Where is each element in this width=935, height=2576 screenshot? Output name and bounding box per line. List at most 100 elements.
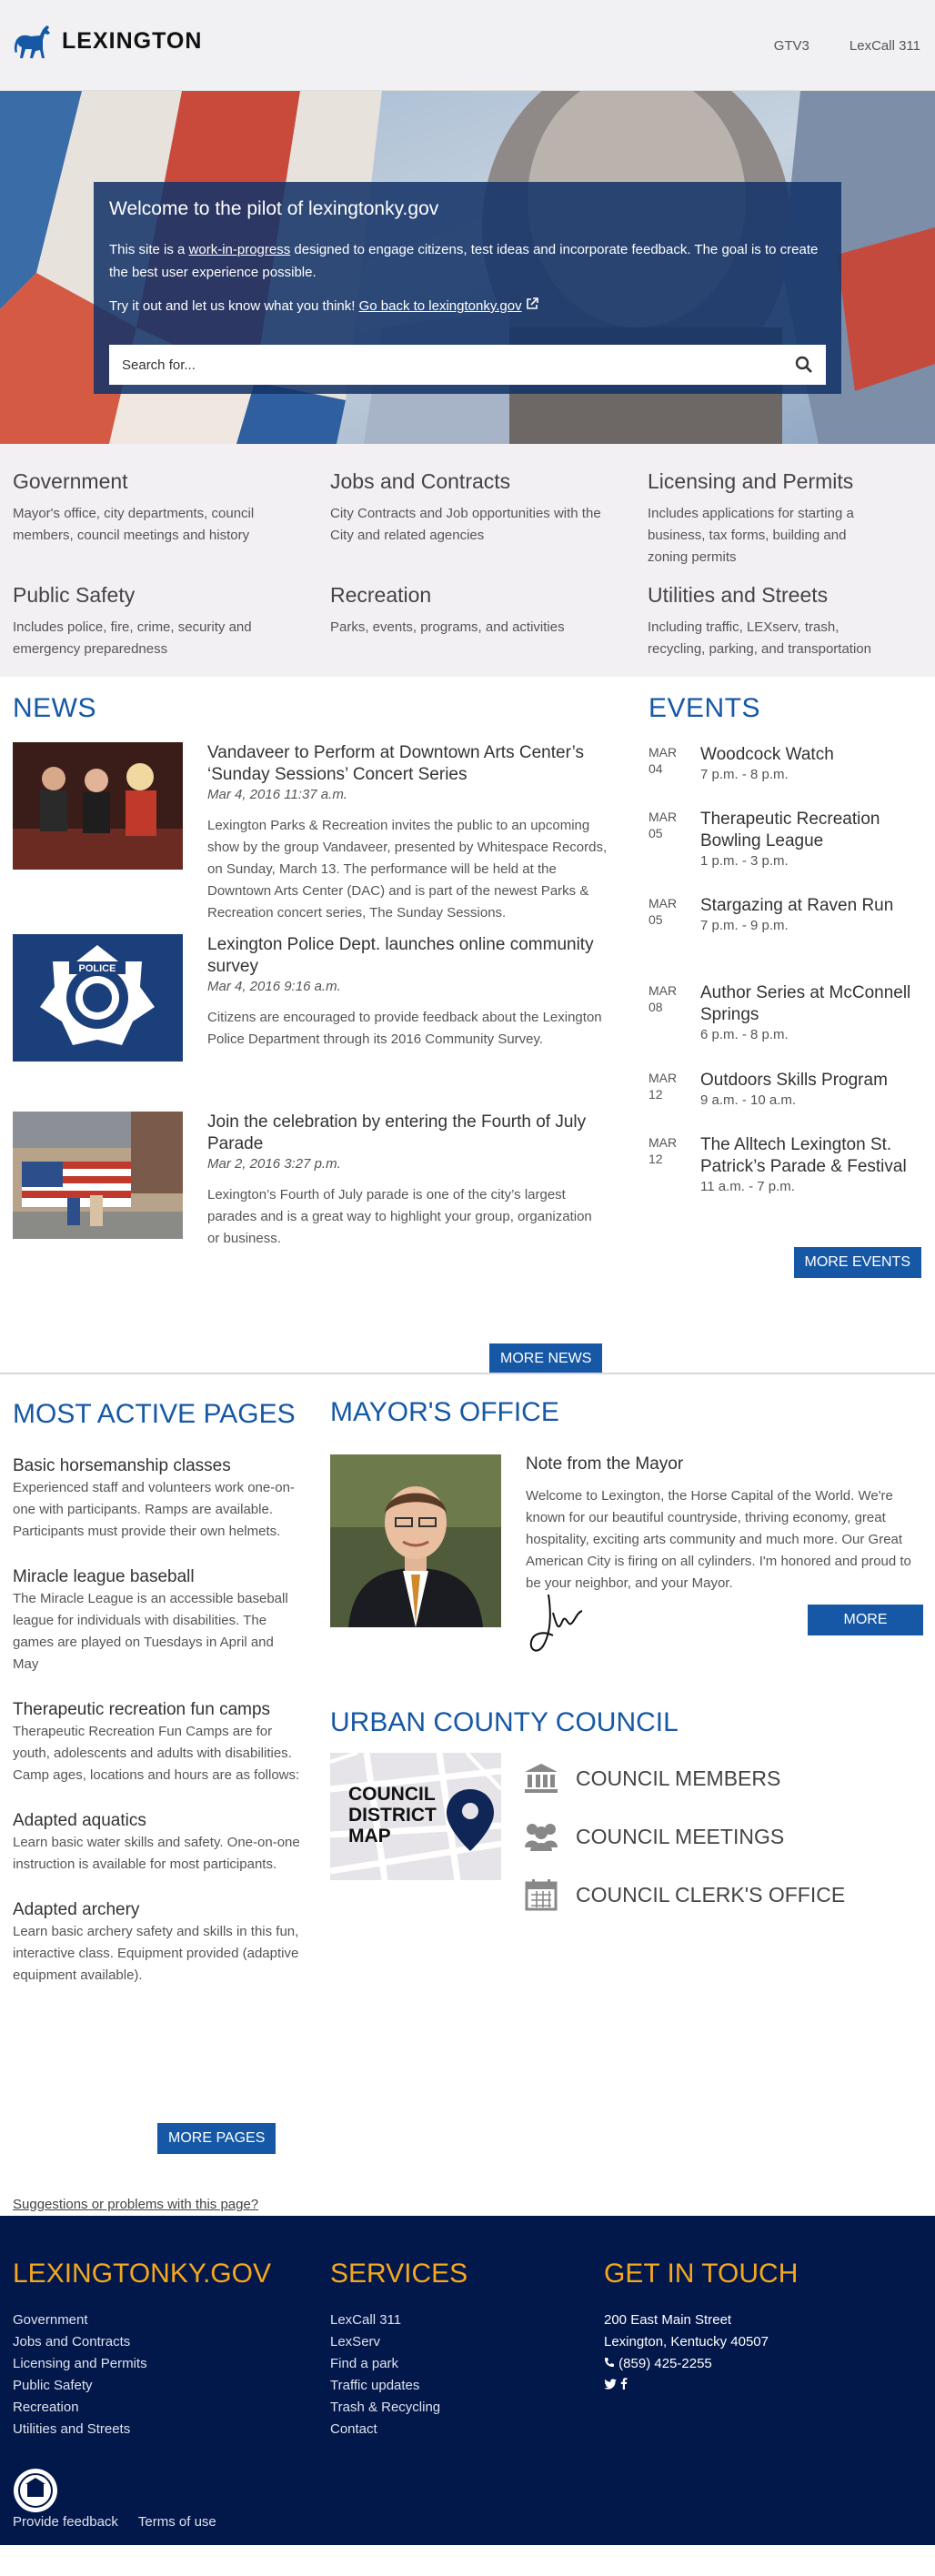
council-links: COUNCIL MEMBERS COUNCIL MEETINGS COUNCIL… [523, 1749, 845, 1924]
page-item[interactable]: Adapted archery Learn basic archery safe… [13, 1899, 300, 1987]
news-headline[interactable]: Vandaveer to Perform at Downtown Arts Ce… [207, 742, 608, 786]
footer-link[interactable]: Traffic updates [330, 2375, 468, 2397]
event-title[interactable]: Stargazing at Raven Run [700, 895, 919, 917]
footer-link[interactable]: Find a park [330, 2353, 468, 2375]
more-news-button[interactable]: MORE NEWS [489, 1343, 603, 1374]
more-events-button[interactable]: MORE EVENTS [793, 1247, 921, 1278]
event-item[interactable]: MAR 12 Outdoors Skills Program 9 a.m. - 10… [648, 1070, 919, 1110]
footer-link[interactable]: Government [13, 2309, 271, 2331]
event-title[interactable]: Outdoors Skills Program [700, 1070, 919, 1092]
footer-bottom-links: Provide feedback Terms of use [13, 2514, 216, 2530]
pages-title: MOST ACTIVE PAGES [13, 1399, 296, 1429]
category-title[interactable]: Licensing and Permits [648, 469, 922, 494]
council-district-map-link[interactable]: COUNCIL DISTRICT MAP [329, 1751, 503, 1881]
page-title[interactable]: Therapeutic recreation fun camps [13, 1699, 300, 1721]
event-title[interactable]: Woodcock Watch [700, 744, 919, 766]
event-day: 12 [648, 1152, 663, 1166]
category-title[interactable]: Public Safety [13, 583, 330, 608]
footer-col-contact: GET IN TOUCH 200 East Main Street Lexing… [604, 2259, 798, 2397]
courthouse-icon [525, 1764, 558, 1793]
people-group-icon [525, 1824, 558, 1851]
welcome-panel: Welcome to the pilot of lexingtonky.gov … [94, 182, 841, 394]
page-item[interactable]: Miracle league baseball The Miracle Leag… [13, 1566, 300, 1675]
event-item[interactable]: MAR 08 Author Series at McConnell Springs… [648, 982, 919, 1044]
news-image-band[interactable] [13, 742, 183, 870]
twitter-icon[interactable] [604, 2379, 617, 2390]
footer-link[interactable]: Licensing and Permits [13, 2353, 271, 2375]
event-info: Woodcock Watch 7 p.m. - 8 p.m. [700, 744, 919, 784]
council-meetings-link[interactable]: COUNCIL MEETINGS [523, 1807, 845, 1866]
news-image-police-badge[interactable]: POLICE [13, 934, 183, 1062]
phone-number[interactable]: (859) 425-2255 [618, 2356, 712, 2371]
footer-link[interactable]: Public Safety [13, 2375, 271, 2397]
page-item[interactable]: Therapeutic recreation fun camps Therape… [13, 1699, 300, 1786]
event-date: MAR 08 [648, 982, 700, 1044]
event-time: 7 p.m. - 8 p.m. [700, 767, 789, 782]
footer-link[interactable]: Trash & Recycling [330, 2397, 468, 2419]
news-summary: Citizens are encouraged to provide feedb… [207, 1010, 602, 1047]
event-item[interactable]: MAR 05 Stargazing at Raven Run 7 p.m. - 9 … [648, 895, 919, 935]
footer-link[interactable]: LexServ [330, 2331, 468, 2353]
site-logo[interactable]: LEXINGTON [13, 22, 202, 60]
page-item[interactable]: Basic horsemanship classes Experienced s… [13, 1455, 300, 1543]
footer-link[interactable]: LexCall 311 [330, 2309, 468, 2331]
news-image-parade[interactable] [13, 1112, 183, 1239]
council-clerk-link[interactable]: COUNCIL CLERK'S OFFICE [523, 1866, 845, 1924]
more-pages-button[interactable]: MORE PAGES [157, 2123, 276, 2154]
nav-link-gtv3[interactable]: GTV3 [774, 38, 809, 54]
event-item[interactable]: MAR 12 The Alltech Lexington St. Patrick’… [648, 1134, 919, 1196]
category-title[interactable]: Utilities and Streets [648, 583, 922, 608]
category-title[interactable]: Recreation [330, 583, 648, 608]
search-icon[interactable] [795, 356, 813, 374]
welcome-title: Welcome to the pilot of lexingtonky.gov [109, 198, 439, 219]
terms-of-use-link[interactable]: Terms of use [138, 2514, 216, 2530]
event-title[interactable]: Author Series at McConnell Springs [700, 982, 919, 1026]
footer-col-site: LEXINGTONKY.GOV Government Jobs and Cont… [13, 2259, 271, 2440]
tryit-text: Try it out and let us know what you thin… [109, 298, 359, 314]
event-title[interactable]: The Alltech Lexington St. Patrick’s Para… [700, 1134, 919, 1178]
category-recreation[interactable]: Recreation Parks, events, programs, and … [330, 583, 648, 660]
category-grid: Government Mayor's office, city departme… [0, 444, 935, 677]
news-headline[interactable]: Lexington Police Dept. launches online c… [207, 934, 608, 978]
page-title[interactable]: Adapted archery [13, 1899, 300, 1921]
back-to-site-link[interactable]: Go back to lexingtonky.gov [359, 298, 522, 314]
event-date: MAR 12 [648, 1070, 700, 1110]
mayor-title: MAYOR'S OFFICE [330, 1397, 559, 1427]
category-title[interactable]: Jobs and Contracts [330, 469, 648, 494]
external-link-icon [526, 297, 538, 309]
news-headline[interactable]: Join the celebration by entering the Fou… [207, 1112, 608, 1155]
provide-feedback-link[interactable]: Provide feedback [13, 2514, 118, 2530]
page-item[interactable]: Adapted aquatics Learn basic water skill… [13, 1810, 300, 1876]
page-title[interactable]: Miracle league baseball [13, 1566, 300, 1588]
council-members-link[interactable]: COUNCIL MEMBERS [523, 1749, 845, 1807]
event-time: 1 p.m. - 3 p.m. [700, 853, 789, 869]
footer-link[interactable]: Jobs and Contracts [13, 2331, 271, 2353]
mayor-photo [330, 1454, 501, 1627]
suggestions-link[interactable]: Suggestions or problems with this page? [13, 2197, 258, 2212]
search-box [109, 345, 826, 385]
page-title[interactable]: Basic horsemanship classes [13, 1455, 300, 1477]
event-month: MAR [648, 1135, 678, 1150]
category-title[interactable]: Government [13, 469, 330, 494]
event-item[interactable]: MAR 05 Therapeutic Recreation Bowling Lea… [648, 809, 919, 870]
footer-link[interactable]: Utilities and Streets [13, 2419, 271, 2440]
search-input[interactable] [122, 357, 795, 373]
most-active-pages: MOST ACTIVE PAGES Basic horsemanship cla… [13, 1397, 300, 2010]
event-title[interactable]: Therapeutic Recreation Bowling League [700, 809, 919, 852]
facebook-icon[interactable] [620, 2378, 628, 2390]
footer-link[interactable]: Contact [330, 2419, 468, 2440]
work-in-progress-link[interactable]: work-in-progress [189, 242, 291, 257]
event-item[interactable]: MAR 04 Woodcock Watch 7 p.m. - 8 p.m. [648, 744, 919, 784]
nav-link-lexcall[interactable]: LexCall 311 [850, 38, 920, 54]
mayor-more-button[interactable]: MORE [808, 1605, 923, 1635]
category-licensing[interactable]: Licensing and Permits Includes applicati… [648, 469, 922, 569]
page-title[interactable]: Adapted aquatics [13, 1810, 300, 1832]
city-seal-icon [14, 2469, 57, 2512]
category-jobs[interactable]: Jobs and Contracts City Contracts and Jo… [330, 469, 648, 569]
phone-icon [605, 2358, 614, 2367]
category-government[interactable]: Government Mayor's office, city departme… [13, 469, 330, 569]
footer-link[interactable]: Recreation [13, 2397, 271, 2419]
page-desc: Experienced staff and volunteers work on… [13, 1480, 295, 1539]
category-utilities[interactable]: Utilities and Streets Including traffic,… [648, 583, 922, 660]
category-public-safety[interactable]: Public Safety Includes police, fire, cri… [13, 583, 330, 660]
